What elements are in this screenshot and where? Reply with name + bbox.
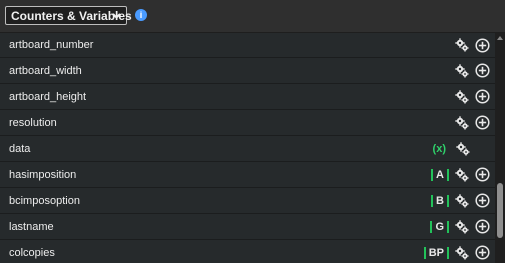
add-circle-icon[interactable] [475, 219, 490, 234]
expression-indicator: (x) [432, 142, 446, 155]
variable-row[interactable]: artboard_height [0, 84, 495, 110]
tag-bar-right [447, 194, 449, 207]
variable-row[interactable]: artboard_number [0, 33, 495, 58]
row-actions: BP [421, 240, 490, 263]
scroll-up-arrow[interactable] [497, 36, 503, 40]
variable-name: resolution [9, 116, 57, 129]
panel-header: Counters & Variables i [0, 0, 505, 33]
gears-icon[interactable] [455, 115, 469, 130]
tag-bar-right [447, 168, 449, 181]
variable-tag: B [428, 194, 452, 207]
tag-letter: G [435, 220, 444, 233]
gears-icon[interactable] [456, 141, 470, 156]
row-actions: B [428, 188, 490, 213]
row-actions: A [428, 162, 490, 187]
panel-type-dropdown[interactable]: Counters & Variables [5, 6, 132, 25]
variable-name: data [9, 142, 31, 155]
variable-name: hasimposition [9, 168, 77, 181]
add-circle-icon[interactable] [475, 37, 490, 53]
tag-bar-right [447, 246, 449, 259]
variable-tag: BP [421, 246, 452, 259]
variable-name: artboard_width [9, 64, 82, 77]
gears-icon[interactable] [455, 38, 469, 52]
scrollbar-thumb[interactable] [497, 183, 503, 238]
gears-icon[interactable] [455, 193, 469, 208]
row-actions: (x) [433, 136, 490, 161]
tag-bar-right [447, 220, 449, 233]
variable-name: lastname [9, 220, 54, 233]
tag-bar-left [430, 220, 433, 233]
variable-row[interactable]: colcopies BP [0, 240, 495, 263]
add-circle-icon[interactable] [475, 115, 490, 130]
tag-letter: A [436, 168, 444, 181]
row-actions [455, 110, 490, 135]
tag-bar-left [423, 246, 426, 259]
variable-row[interactable]: lastname G [0, 214, 495, 240]
add-circle-icon[interactable] [475, 167, 490, 182]
variable-row[interactable]: resolution [0, 110, 495, 136]
variable-name: colcopies [9, 246, 55, 259]
gears-icon[interactable] [455, 63, 469, 78]
row-actions: G [427, 214, 490, 239]
chevron-down-icon [112, 13, 121, 19]
vertical-scrollbar[interactable] [495, 33, 505, 263]
variable-row[interactable]: bcimposoption B [0, 188, 495, 214]
row-actions [455, 33, 490, 57]
gears-icon[interactable] [455, 167, 469, 182]
tag-bar-left [431, 168, 434, 181]
variable-name: artboard_height [9, 90, 87, 103]
add-circle-icon[interactable] [475, 89, 490, 104]
variable-name: bcimposoption [9, 194, 80, 207]
variable-row[interactable]: data (x) [0, 136, 495, 162]
add-circle-icon[interactable] [475, 63, 490, 78]
variable-name: artboard_number [9, 39, 94, 51]
variable-row[interactable]: artboard_width [0, 58, 495, 84]
row-actions [455, 84, 490, 109]
tag-letter: BP [428, 246, 444, 259]
tag-letter: B [436, 194, 444, 207]
counters-variables-panel: Counters & Variables i artboard_number ar… [0, 0, 505, 263]
gears-icon[interactable] [455, 219, 469, 234]
info-icon[interactable]: i [135, 9, 147, 21]
tag-bar-left [431, 194, 434, 207]
add-circle-icon[interactable] [475, 245, 490, 260]
add-circle-icon[interactable] [475, 193, 490, 208]
row-actions [455, 58, 490, 83]
gears-icon[interactable] [455, 89, 469, 104]
variables-list: artboard_number artboard_width artboard_he… [0, 33, 495, 263]
variable-tag: A [428, 168, 452, 181]
variable-row[interactable]: hasimposition A [0, 162, 495, 188]
gears-icon[interactable] [455, 245, 469, 260]
variable-tag: G [427, 220, 452, 233]
